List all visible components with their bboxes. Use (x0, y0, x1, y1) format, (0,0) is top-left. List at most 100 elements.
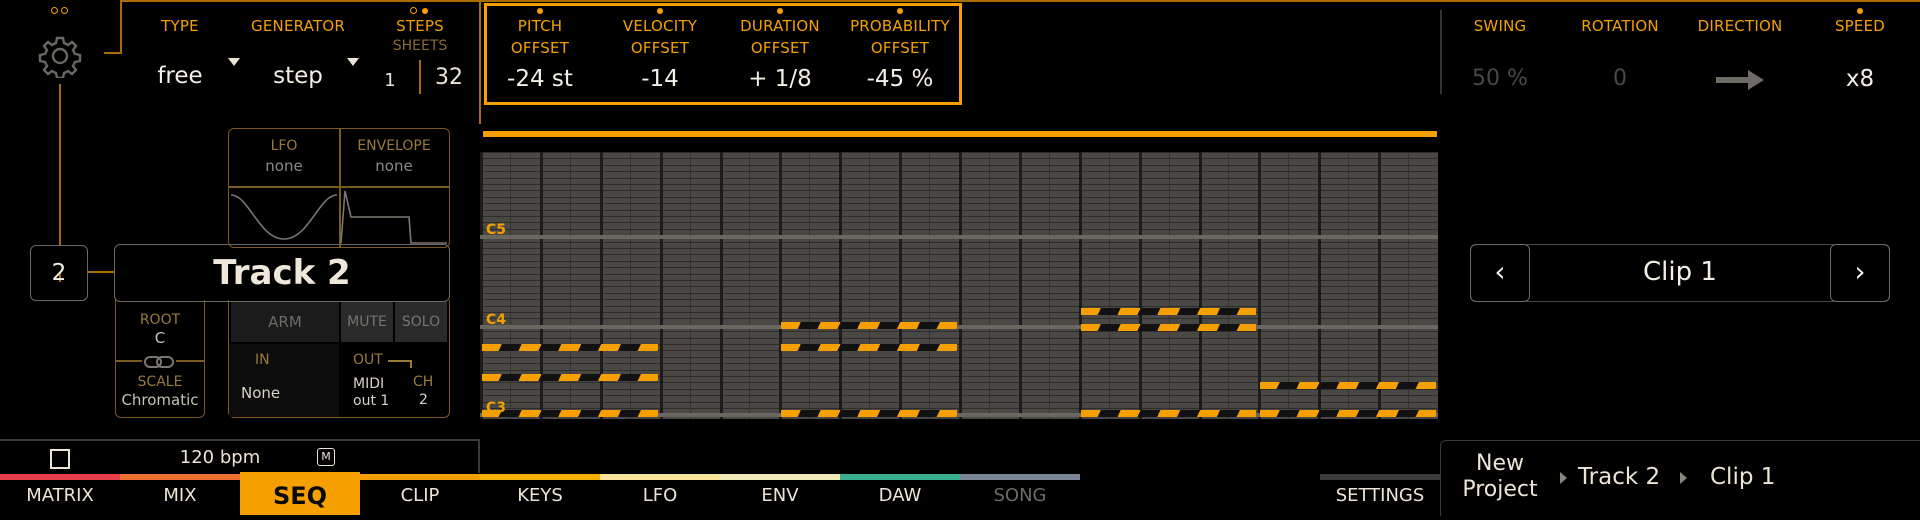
track-name-box[interactable]: Track 2 (114, 244, 450, 302)
note-label-c4: C4 (486, 312, 507, 328)
steps-value-a[interactable]: 1 (380, 70, 400, 91)
tab-mix[interactable]: MIX (120, 472, 240, 515)
envelope-shape-icon (340, 190, 447, 244)
solo-button[interactable]: SOLO (395, 302, 447, 342)
envelope-label: ENVELOPE (357, 138, 431, 154)
settings-tab[interactable]: SETTINGS (1320, 478, 1440, 514)
breadcrumb-separator-icon (1560, 472, 1567, 484)
type-dropdown-icon[interactable] (228, 58, 240, 66)
pitch-offset-label2: OFFSET (510, 39, 570, 57)
duration-offset-value[interactable]: + 1/8 (730, 66, 830, 92)
velocity-indicator (657, 8, 663, 14)
speed-label: SPEED (1834, 17, 1886, 35)
direction-label: DIRECTION (1697, 17, 1783, 35)
pitch-offset-label1: PITCH (517, 17, 563, 35)
swing-label: SWING (1473, 17, 1527, 35)
steps-indicator (410, 7, 417, 14)
solo-label: SOLO (401, 314, 441, 330)
note-label-c5: C5 (486, 222, 507, 238)
generator-value[interactable]: step (248, 63, 348, 89)
generator-label: GENERATOR (251, 17, 345, 35)
out-line2[interactable]: out 1 (353, 393, 389, 409)
metronome-button[interactable]: M (317, 448, 335, 466)
step-grid[interactable] (480, 152, 1438, 419)
link-icon[interactable] (144, 354, 174, 368)
breadcrumb-project[interactable]: New Project (1450, 451, 1550, 503)
probability-offset-value[interactable]: -45 % (840, 66, 960, 92)
generator-dropdown-icon[interactable] (347, 58, 359, 66)
probability-offset-label2: OFFSET (870, 39, 930, 57)
track-number-box[interactable]: 2 (30, 245, 88, 301)
rotation-label: ROTATION (1581, 17, 1659, 35)
steps-value-b[interactable]: 32 (432, 65, 466, 90)
bpm-display[interactable]: 120 bpm (140, 447, 300, 468)
metronome-label: M (321, 450, 331, 463)
tab-lfo[interactable]: LFO (600, 472, 720, 515)
track-name: Track 2 (213, 253, 351, 293)
clip-prev-button[interactable]: ‹ (1470, 244, 1530, 302)
type-value[interactable]: free (140, 63, 220, 89)
probability-indicator (897, 8, 903, 14)
duration-offset-label2: OFFSET (750, 39, 810, 57)
out-line1[interactable]: MIDI (353, 376, 384, 392)
ch-label: CH (413, 374, 434, 390)
position-bar (483, 131, 1437, 137)
arrow-right-icon[interactable] (1716, 68, 1764, 92)
tab-matrix[interactable]: MATRIX (0, 472, 120, 515)
breadcrumb-separator-icon (1680, 472, 1687, 484)
lfo-value[interactable]: none (229, 157, 339, 175)
arm-label: ARM (268, 313, 302, 331)
tab-seq[interactable]: SEQ (240, 472, 360, 515)
scale-label: SCALE (137, 374, 183, 390)
chevron-right-icon: › (1854, 255, 1866, 288)
in-value[interactable]: None (241, 384, 280, 402)
modulation-panel: LFO none ENVELOPE none (228, 128, 450, 248)
tab-daw[interactable]: DAW (840, 472, 960, 515)
breadcrumb-track[interactable]: Track 2 (1578, 464, 1660, 490)
breadcrumb-clip[interactable]: Clip 1 (1710, 464, 1775, 490)
track-number: 2 (51, 260, 67, 286)
tab-keys[interactable]: KEYS (480, 472, 600, 515)
speed-value[interactable]: x8 (1810, 66, 1910, 92)
clip-name: Clip 1 (1643, 257, 1717, 287)
pitch-offset-value[interactable]: -24 st (490, 66, 590, 92)
indicator-dot (61, 7, 68, 14)
probability-offset-label1: PROBABILITY (850, 17, 950, 35)
duration-offset-label1: DURATION (740, 17, 820, 35)
type-label: TYPE (161, 17, 199, 35)
arm-button[interactable]: ARM (231, 302, 339, 342)
root-scale-panel: ROOT C SCALE Chromatic (115, 300, 205, 418)
stop-button[interactable] (50, 449, 70, 469)
track-io-panel: ARM MUTE SOLO IN None OUT MIDI out 1 CH … (228, 300, 450, 418)
clip-next-button[interactable]: › (1830, 244, 1890, 302)
tab-env[interactable]: ENV (720, 472, 840, 515)
velocity-offset-label1: VELOCITY (622, 17, 698, 35)
mute-label: MUTE (347, 314, 387, 330)
tab-song[interactable]: SONG (960, 472, 1080, 515)
out-label: OUT (353, 352, 383, 368)
chevron-left-icon: ‹ (1494, 255, 1506, 288)
swing-value[interactable]: 50 % (1450, 66, 1550, 91)
gear-icon[interactable] (38, 34, 82, 80)
tab-clip[interactable]: CLIP (360, 472, 480, 515)
envelope-value[interactable]: none (339, 157, 449, 175)
in-label: IN (255, 352, 270, 368)
root-value[interactable]: C (116, 329, 204, 347)
duration-indicator (777, 8, 783, 14)
ch-value[interactable]: 2 (419, 392, 428, 408)
velocity-offset-value[interactable]: -14 (610, 66, 710, 92)
pitch-indicator (537, 8, 543, 14)
velocity-offset-label2: OFFSET (630, 39, 690, 57)
indicator-dot (51, 7, 58, 14)
note-label-c3: C3 (486, 400, 507, 416)
lfo-wave-icon (230, 194, 338, 240)
lfo-label: LFO (270, 138, 298, 154)
steps-label: STEPS (396, 17, 444, 35)
scale-value[interactable]: Chromatic (116, 391, 204, 409)
steps-indicator (422, 8, 428, 14)
rotation-value[interactable]: 0 (1570, 66, 1670, 91)
mute-button[interactable]: MUTE (341, 302, 393, 342)
root-label: ROOT (139, 312, 181, 328)
project-name-line1: New (1476, 451, 1524, 476)
project-name-line2: Project (1462, 477, 1538, 502)
